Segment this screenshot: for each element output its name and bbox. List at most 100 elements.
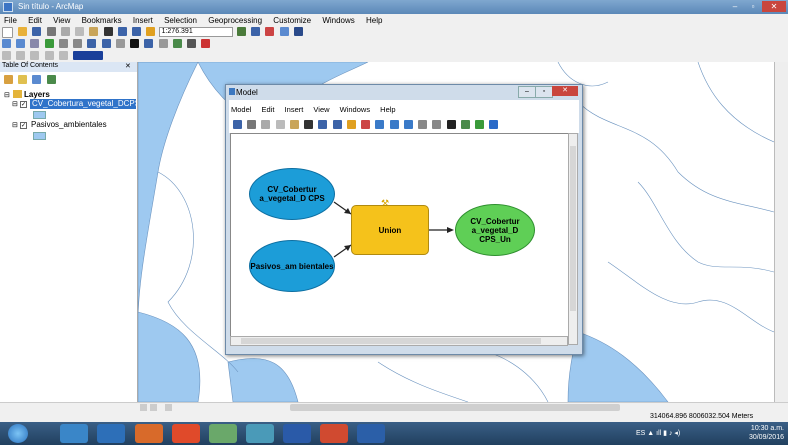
hyperlink-icon[interactable]	[187, 39, 197, 48]
fill-color-icon[interactable]	[44, 51, 54, 60]
editor-icon[interactable]	[236, 27, 246, 36]
open-icon[interactable]	[18, 27, 28, 36]
model-run-icon[interactable]	[489, 120, 499, 129]
taskbar-explorer-icon[interactable]	[60, 424, 88, 443]
modelbuilder-icon[interactable]	[293, 27, 303, 36]
map-scale-input[interactable]: 1:276.391	[158, 27, 233, 37]
model-menu-help[interactable]: Help	[380, 105, 395, 114]
model-minimize-button[interactable]: –	[518, 86, 536, 98]
save-icon[interactable]	[32, 27, 42, 36]
model-print-icon[interactable]	[247, 120, 257, 129]
input-node-cv-cobertura[interactable]: CV_Cobertur a_vegetal_D CPS	[249, 168, 335, 220]
layer-checkbox[interactable]: ✓	[20, 122, 27, 129]
taskbar-clock[interactable]: 10:30 a.m. 30/09/2016	[742, 424, 784, 442]
model-undo-icon[interactable]	[318, 120, 328, 129]
model-close-button[interactable]: ✕	[552, 86, 578, 96]
zoom-out-icon[interactable]	[16, 39, 26, 48]
refresh-icon[interactable]	[165, 404, 172, 411]
menu-edit[interactable]: Edit	[28, 16, 42, 25]
model-menu-model[interactable]: Model	[231, 105, 251, 114]
list-by-source-icon[interactable]	[18, 75, 28, 84]
rotate-icon[interactable]	[30, 51, 40, 60]
close-button[interactable]: ✕	[762, 1, 786, 12]
map-horizontal-scrollbar[interactable]	[0, 402, 788, 412]
taskbar-chrome2-icon[interactable]	[320, 424, 348, 443]
taskbar-search-icon[interactable]	[283, 424, 311, 443]
fixed-zoom-in-icon[interactable]	[58, 39, 68, 48]
model-menu-windows[interactable]: Windows	[340, 105, 370, 114]
model-fixed-zoom-icon[interactable]	[403, 120, 413, 129]
select-elements-icon[interactable]	[130, 39, 140, 48]
start-button[interactable]	[8, 424, 28, 443]
python-icon[interactable]	[279, 27, 289, 36]
select-features-icon[interactable]	[115, 39, 125, 48]
full-extent-icon[interactable]	[44, 39, 54, 48]
scrollbar-thumb[interactable]	[290, 404, 620, 411]
new-document-icon[interactable]	[2, 27, 13, 38]
menu-help[interactable]: Help	[366, 16, 382, 25]
model-menu-view[interactable]: View	[313, 105, 329, 114]
minimize-button[interactable]: –	[727, 1, 743, 12]
model-auto-layout-icon[interactable]	[375, 120, 385, 129]
model-redo-icon[interactable]	[332, 120, 342, 129]
model-paste-icon[interactable]	[289, 120, 299, 129]
menu-file[interactable]: File	[4, 16, 17, 25]
layer-expander[interactable]: ⊟	[12, 121, 18, 129]
maximize-button[interactable]: ▫	[745, 1, 761, 12]
html-popup-icon[interactable]	[201, 39, 211, 48]
model-vscroll-thumb[interactable]	[570, 146, 576, 311]
layer-checkbox[interactable]: ✓	[20, 101, 27, 108]
pan-icon[interactable]	[30, 39, 40, 48]
model-window[interactable]: Model – ▫ ✕ Model Edit Insert View Windo…	[225, 84, 583, 355]
add-data-icon[interactable]	[146, 27, 156, 36]
model-vertical-scrollbar[interactable]	[568, 133, 578, 345]
model-save-icon[interactable]	[233, 120, 242, 129]
menu-insert[interactable]: Insert	[133, 16, 153, 25]
fixed-zoom-out-icon[interactable]	[73, 39, 83, 48]
model-menu-insert[interactable]: Insert	[285, 105, 304, 114]
undo-icon[interactable]	[117, 27, 127, 36]
delete-icon[interactable]	[103, 27, 113, 36]
menu-bookmarks[interactable]: Bookmarks	[82, 16, 122, 25]
layers-expander[interactable]: ⊟	[4, 91, 10, 99]
model-zoom-icon[interactable]	[418, 120, 428, 129]
layer-name-cv-cobertura[interactable]: CV_Cobertura_vegetal_DCPS	[30, 99, 136, 109]
menu-selection[interactable]: Selection	[164, 16, 197, 25]
layer-name-pasivos[interactable]: Pasivos_ambientales	[31, 120, 107, 129]
taskbar-maps-icon[interactable]	[209, 424, 237, 443]
cut-icon[interactable]	[60, 27, 70, 36]
layout-view-icon[interactable]	[150, 404, 157, 411]
model-hscroll-thumb[interactable]	[241, 338, 541, 344]
identify-icon[interactable]	[144, 39, 154, 48]
color-swatch[interactable]	[73, 51, 104, 60]
model-menu-edit[interactable]: Edit	[262, 105, 275, 114]
forward-icon[interactable]	[101, 39, 111, 48]
taskbar-media-icon[interactable]	[135, 424, 163, 443]
taskbar-word-icon[interactable]	[357, 424, 385, 443]
model-delete-icon[interactable]	[304, 120, 314, 129]
model-add-data-icon[interactable]	[346, 120, 356, 129]
model-pan-icon[interactable]	[432, 120, 442, 129]
taskbar-chrome-icon[interactable]	[172, 424, 200, 443]
menu-geoprocessing[interactable]: Geoprocessing	[208, 16, 262, 25]
output-node-union[interactable]: CV_Cobertur a_vegetal_D CPS_Un	[455, 204, 535, 256]
model-full-extent-icon[interactable]	[389, 120, 399, 129]
list-by-selection-icon[interactable]	[46, 75, 56, 84]
line-color-icon[interactable]	[58, 51, 68, 60]
model-connect-icon[interactable]	[460, 120, 470, 129]
model-maximize-button[interactable]: ▫	[535, 86, 553, 98]
draw-tool-icon[interactable]	[2, 51, 11, 60]
input-node-pasivos[interactable]: Pasivos_am bientales	[249, 240, 335, 292]
model-select-icon[interactable]	[446, 120, 456, 129]
text-tool-icon[interactable]	[16, 51, 26, 60]
toc-close-icon[interactable]: ✕	[125, 62, 131, 70]
model-add-tool-icon[interactable]	[361, 120, 371, 129]
zoom-in-icon[interactable]	[2, 39, 11, 48]
tray-icons[interactable]: ES ▲ ıll ▮ ♪ ◂)	[636, 429, 696, 437]
back-icon[interactable]	[87, 39, 97, 48]
arctoolbox-icon[interactable]	[265, 27, 275, 36]
copy-icon[interactable]	[75, 27, 85, 36]
catalog-icon[interactable]	[251, 27, 261, 36]
model-cut-icon[interactable]	[261, 120, 271, 129]
taskbar-arcmap-icon[interactable]	[246, 424, 274, 443]
